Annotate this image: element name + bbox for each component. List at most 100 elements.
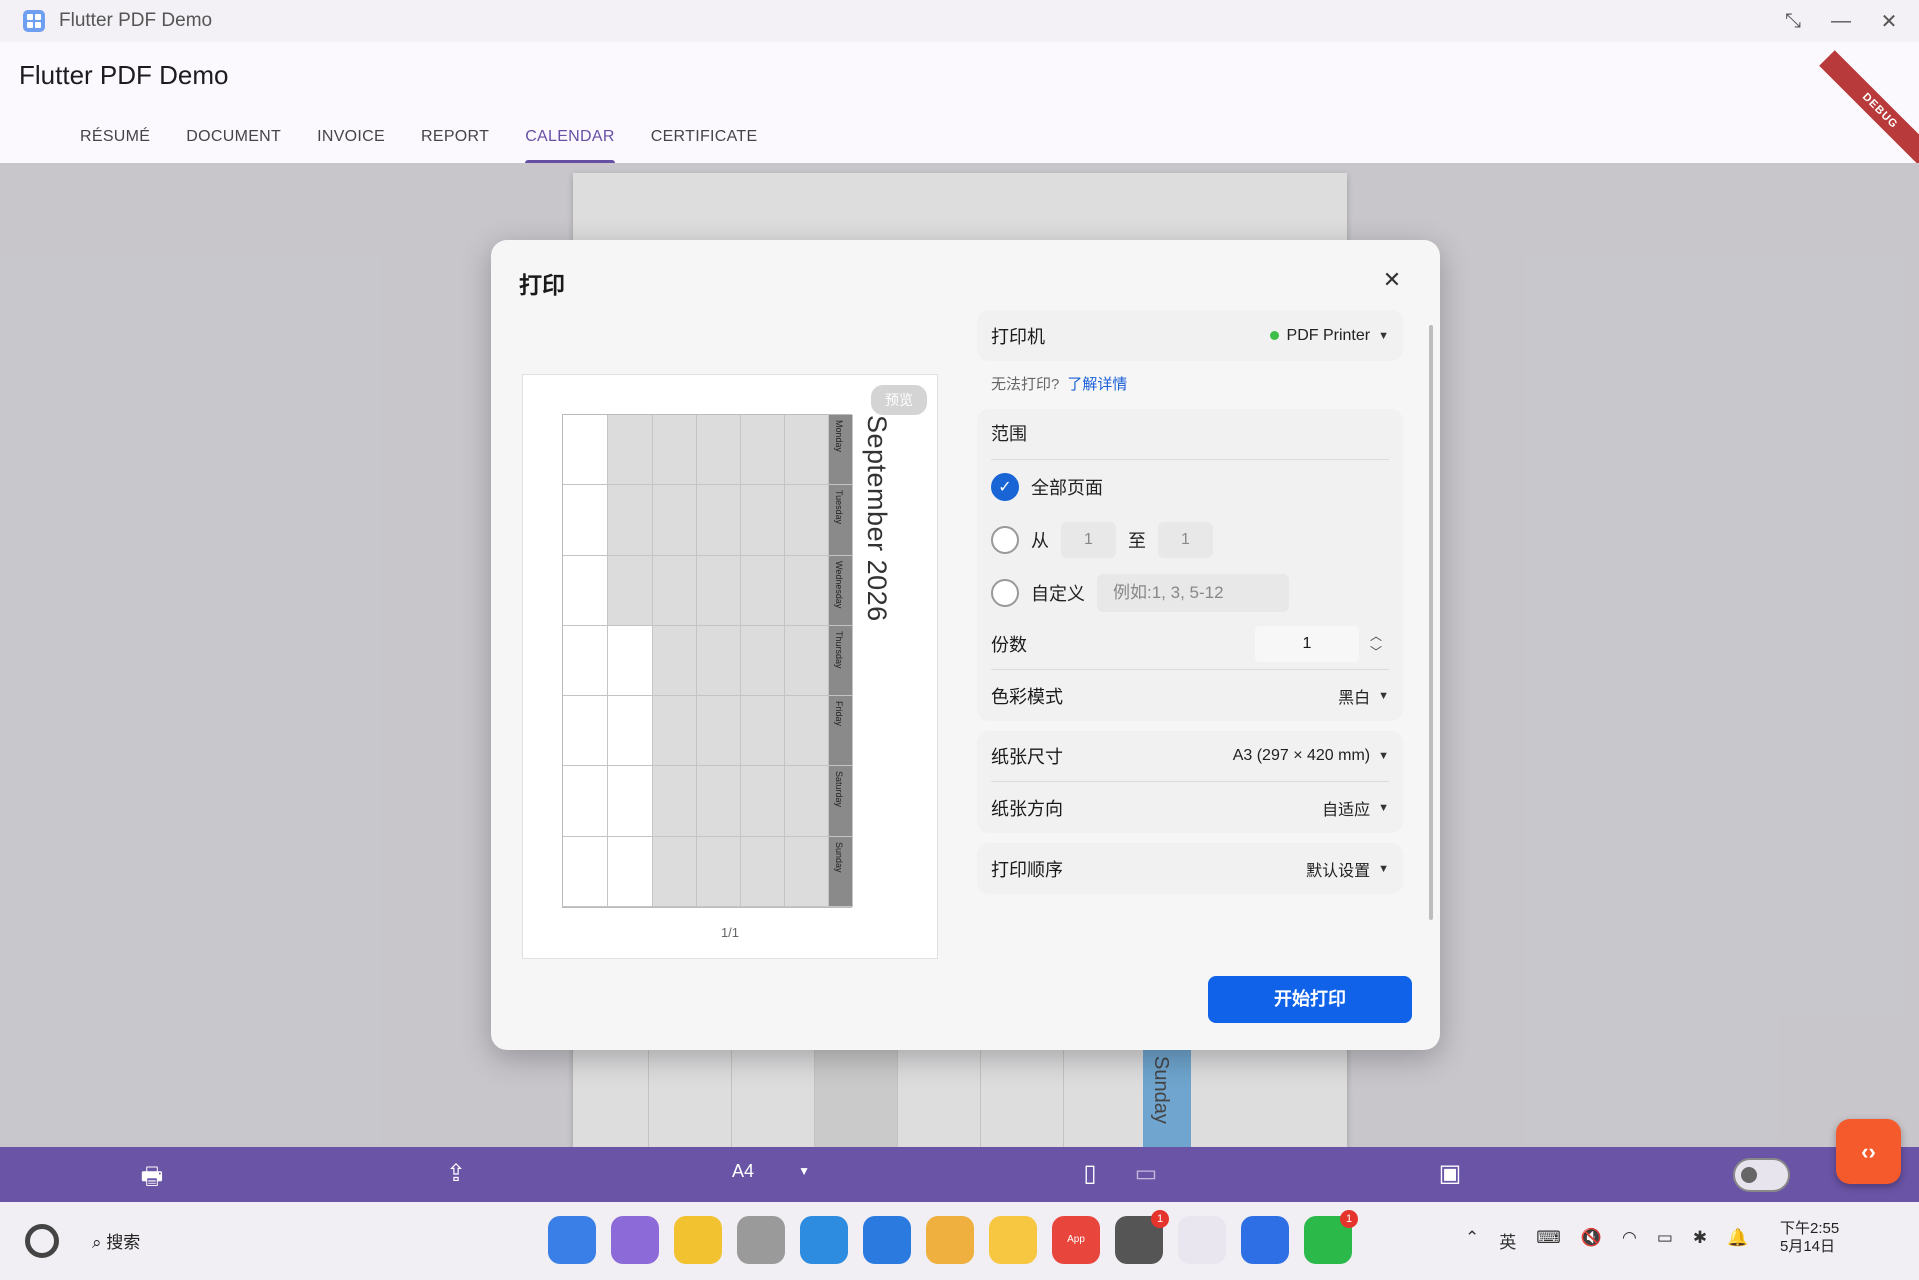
calendar-day-cell <box>785 625 829 697</box>
page-format-value: A4 <box>732 1161 755 1181</box>
start-print-button[interactable]: 开始打印 <box>1208 976 1412 1023</box>
tab-report[interactable]: REPORT <box>403 126 507 163</box>
help-link[interactable]: 了解详情 <box>1067 376 1127 393</box>
paper-size-row[interactable]: 纸张尺寸 A3 (297 × 420 mm) ▼ <box>991 731 1389 782</box>
orientation-row[interactable]: 纸张方向 自适应 ▼ <box>991 782 1389 833</box>
chat-icon[interactable]: 1 <box>1304 1210 1358 1264</box>
app-gallery-icon[interactable]: App Gallery <box>1052 1216 1100 1264</box>
assistant-icon[interactable] <box>25 1224 59 1258</box>
chevron-up-icon[interactable]: ⌃ <box>1465 1228 1479 1253</box>
radio-page-range[interactable]: 从 1 至 1 <box>991 513 1389 566</box>
copies-input[interactable]: 1 <box>1255 626 1359 662</box>
printer-select[interactable]: PDF Printer ▼ <box>1269 326 1389 345</box>
tab-calendar[interactable]: CALENDAR <box>507 126 633 163</box>
wifi-icon[interactable]: ◠ <box>1622 1228 1637 1253</box>
paper-size-select[interactable]: A3 (297 × 420 mm) ▼ <box>1233 747 1389 765</box>
share-icon[interactable]: ⇪ <box>441 1159 471 1188</box>
color-mode-select[interactable]: 黑白 ▼ <box>1338 684 1389 708</box>
tab-bar: RÉSUMÉ DOCUMENT INVOICE REPORT CALENDAR … <box>62 126 775 163</box>
copies-row: 份数 1 ︿ ﹀ <box>991 619 1389 670</box>
battery-icon[interactable]: ▭ <box>1657 1228 1673 1253</box>
checkmark-icon[interactable]: ✓ <box>991 472 1019 501</box>
weekday-label: Tuesday <box>834 490 844 525</box>
bell-icon[interactable]: 🔔 <box>1727 1228 1748 1253</box>
portrait-icon[interactable]: ▯ <box>1075 1159 1105 1188</box>
calendar-day-cell <box>653 696 697 767</box>
landscape-icon[interactable]: ▭ <box>1131 1159 1161 1188</box>
calendar-weekday-header: Wednesday <box>829 555 853 626</box>
calendar-day-cell <box>608 836 653 907</box>
os-taskbar: ⌕ 搜索 App Gallery 1 1 ⌃ 英 ⌨ 🔇 ◠ ▭ ✱ 🔔 下午2… <box>0 1202 1919 1280</box>
trash-icon[interactable] <box>737 1216 785 1264</box>
weekday-label: Wednesday <box>834 560 844 608</box>
minimize-icon[interactable]: — <box>1831 10 1851 33</box>
notes-icon[interactable] <box>989 1216 1037 1264</box>
volume-icon[interactable]: 🔇 <box>1581 1228 1602 1253</box>
taskbar-search[interactable]: ⌕ 搜索 <box>92 1228 140 1253</box>
print-settings: 打印机 PDF Printer ▼ 无法打印? 了解详情 范围 ✓ 全部页面 从 … <box>977 310 1403 904</box>
dropdown-arrow-icon: ▼ <box>1378 862 1389 875</box>
radio-range-icon[interactable] <box>991 525 1019 554</box>
printer-value: PDF Printer <box>1286 326 1371 344</box>
radio-custom-icon[interactable] <box>991 578 1019 607</box>
order-card: 打印顺序 默认设置 ▼ <box>977 843 1403 894</box>
calendar-day-cell <box>563 625 608 697</box>
window-title: Flutter PDF Demo <box>59 10 213 31</box>
restore-icon[interactable]: ⤡ <box>1783 10 1803 33</box>
calendar-day-cell <box>741 836 785 907</box>
print-dialog: 打印 ✕ 预览 Monday Tuesday Wednesday Thursday Fr… <box>491 240 1440 1050</box>
print-icon[interactable]: 🖶 <box>137 1159 167 1200</box>
mail-icon[interactable] <box>863 1216 911 1264</box>
calendar-day-cell <box>608 696 653 767</box>
tab-invoice[interactable]: INVOICE <box>299 126 403 163</box>
app-launcher-icon[interactable] <box>548 1216 596 1264</box>
dropdown-arrow-icon: ▼ <box>1378 329 1389 342</box>
chevron-up-icon[interactable]: ︿ <box>1363 628 1389 644</box>
save-icon[interactable]: ▣ <box>1435 1159 1465 1188</box>
dialog-close-icon[interactable]: ✕ <box>1380 268 1404 292</box>
assistant-app-icon[interactable] <box>1178 1216 1226 1264</box>
orientation-value: 自适应 <box>1322 801 1371 819</box>
bluetooth-icon[interactable]: ✱ <box>1693 1228 1707 1253</box>
tab-document[interactable]: DOCUMENT <box>168 126 299 163</box>
print-order-select[interactable]: 默认设置 ▼ <box>1306 857 1389 881</box>
radio-all-pages[interactable]: ✓ 全部页面 <box>991 460 1389 513</box>
calendar-day-cell <box>563 766 608 837</box>
flutter-app-icon[interactable] <box>1241 1216 1289 1264</box>
from-input[interactable]: 1 <box>1061 521 1116 558</box>
files-icon[interactable] <box>674 1216 722 1264</box>
calendar-day-cell <box>697 696 741 767</box>
dock: App Gallery 1 1 <box>548 1210 1358 1264</box>
multi-window-icon[interactable] <box>611 1216 659 1264</box>
calendar-day-cell <box>563 836 608 907</box>
calendar-weekday-header: Thursday <box>829 625 853 697</box>
close-window-icon[interactable]: ✕ <box>1879 9 1899 34</box>
calendar-day-cell <box>608 766 653 837</box>
browser-icon[interactable] <box>800 1216 848 1264</box>
clock[interactable]: 下午2:55 5月14日 <box>1780 1220 1839 1256</box>
settings-scrollbar[interactable] <box>1429 325 1433 920</box>
page-indicator: 1/1 <box>720 925 740 940</box>
to-input[interactable]: 1 <box>1158 521 1213 558</box>
clipboard-icon[interactable]: ⌨ <box>1536 1228 1561 1253</box>
theme-toggle[interactable] <box>1733 1158 1790 1192</box>
chevron-down-icon[interactable]: ﹀ <box>1363 644 1389 660</box>
code-icon[interactable]: ‹› <box>1836 1119 1901 1184</box>
notification-badge: 1 <box>1151 1210 1169 1228</box>
calendar-day-cell <box>741 555 785 626</box>
print-order-row[interactable]: 打印顺序 默认设置 ▼ <box>991 843 1389 894</box>
color-mode-row[interactable]: 色彩模式 黑白 ▼ <box>991 670 1389 721</box>
radio-custom[interactable]: 自定义 例如:1, 3, 5-12 <box>991 566 1389 619</box>
orientation-select[interactable]: 自适应 ▼ <box>1322 796 1389 820</box>
printer-row[interactable]: 打印机 PDF Printer ▼ <box>991 310 1389 361</box>
photos-icon[interactable] <box>926 1216 974 1264</box>
page-format-select[interactable]: A4 ▼ <box>732 1161 810 1182</box>
tab-resume[interactable]: RÉSUMÉ <box>62 126 168 163</box>
calendar-day-cell <box>697 836 741 907</box>
language-indicator[interactable]: 英 <box>1499 1228 1516 1253</box>
tab-certificate[interactable]: CERTIFICATE <box>633 126 776 163</box>
copies-stepper[interactable]: 1 ︿ ﹀ <box>1255 626 1389 662</box>
calendar-day-cell <box>741 766 785 837</box>
settings-icon[interactable]: 1 <box>1115 1210 1169 1264</box>
custom-range-input[interactable]: 例如:1, 3, 5-12 <box>1097 573 1289 612</box>
